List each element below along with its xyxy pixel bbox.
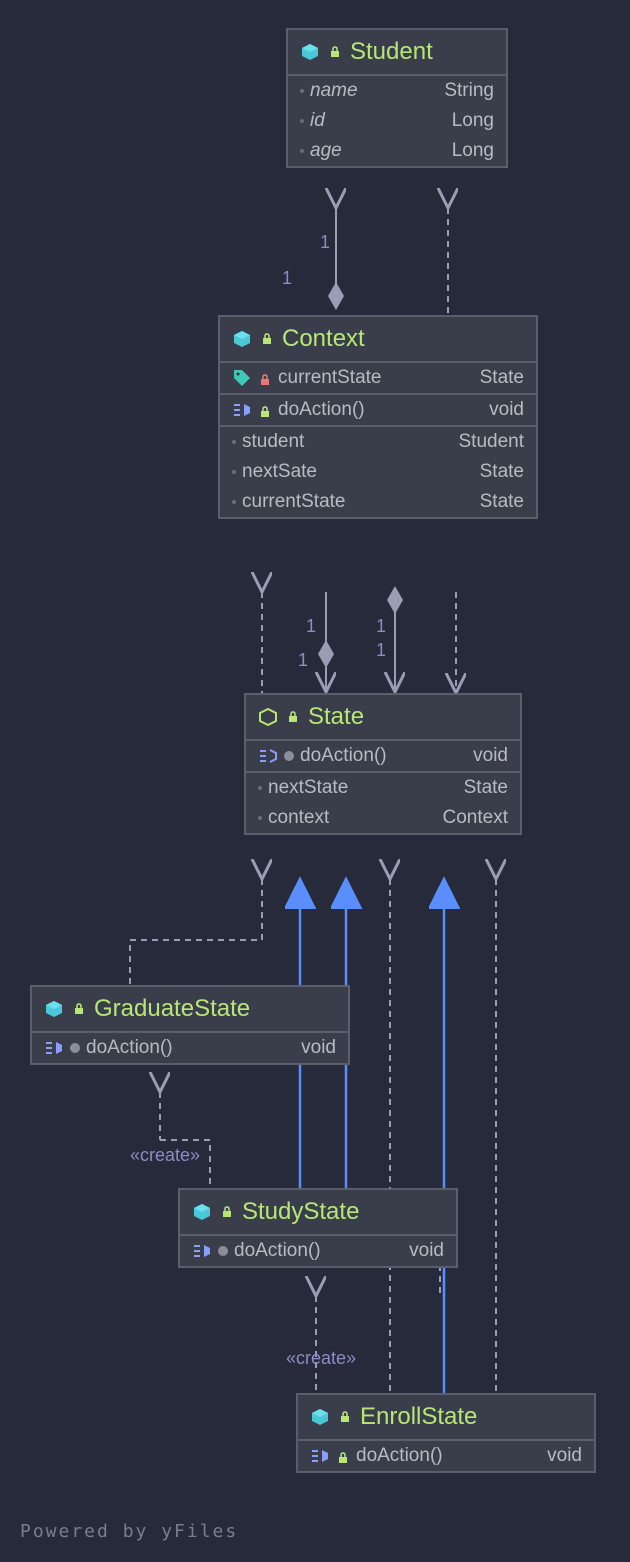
field-row: nextStateState: [246, 773, 520, 803]
multiplicity-label: 1: [306, 616, 316, 637]
method-icon: [192, 1241, 212, 1261]
class-header: State: [246, 695, 520, 741]
class-context[interactable]: Context currentStateState doAction()void…: [218, 315, 538, 519]
class-name: State: [308, 703, 364, 731]
class-icon: [232, 329, 252, 349]
method-row: doAction()void: [220, 395, 536, 425]
tag-icon: [232, 368, 252, 388]
class-icon: [258, 707, 278, 727]
class-enrollstate[interactable]: EnrollState doAction()void: [296, 1393, 596, 1473]
methods-section: doAction()void: [32, 1033, 348, 1063]
footer-attribution: Powered by yFiles: [20, 1521, 238, 1542]
visibility-icon: [284, 751, 294, 761]
multiplicity-label: 1: [320, 232, 330, 253]
lock-icon: [72, 1002, 86, 1016]
field-row: nameString: [288, 76, 506, 106]
class-name: EnrollState: [360, 1403, 477, 1431]
class-icon: [44, 999, 64, 1019]
class-graduatestate[interactable]: GraduateState doAction()void: [30, 985, 350, 1065]
fields-section: nextStateState contextContext: [246, 773, 520, 833]
method-icon: [310, 1446, 330, 1466]
fields-section: studentStudent nextSateState currentStat…: [220, 427, 536, 517]
multiplicity-label: 1: [376, 616, 386, 637]
lock-icon: [328, 45, 342, 59]
methods-section: doAction()void: [220, 395, 536, 427]
class-name: StudyState: [242, 1198, 359, 1226]
create-label: «create»: [286, 1348, 356, 1369]
lock-icon: [258, 403, 272, 417]
field-row: studentStudent: [220, 427, 536, 457]
diagram-canvas: 1 1 1 1 1 1 «create» «create» Student na…: [0, 0, 630, 1562]
lock-icon: [338, 1410, 352, 1424]
method-row: doAction()void: [32, 1033, 348, 1063]
method-row: doAction()void: [246, 741, 520, 771]
field-row: idLong: [288, 106, 506, 136]
lock-icon: [258, 371, 272, 385]
method-icon: [44, 1038, 64, 1058]
class-name: GraduateState: [94, 995, 250, 1023]
lock-icon: [220, 1205, 234, 1219]
class-name: Context: [282, 325, 365, 353]
lock-icon: [260, 332, 274, 346]
class-header: StudyState: [180, 1190, 456, 1236]
class-icon: [310, 1407, 330, 1427]
field-row: currentStateState: [220, 487, 536, 517]
lock-icon: [286, 710, 300, 724]
methods-section: doAction()void: [298, 1441, 594, 1471]
methods-section: doAction()void: [180, 1236, 456, 1266]
visibility-icon: [70, 1043, 80, 1053]
class-name: Student: [350, 38, 433, 66]
class-studystate[interactable]: StudyState doAction()void: [178, 1188, 458, 1268]
methods-section: doAction()void: [246, 741, 520, 773]
class-header: Context: [220, 317, 536, 363]
class-header: EnrollState: [298, 1395, 594, 1441]
class-header: GraduateState: [32, 987, 348, 1033]
field-row: nextSateState: [220, 457, 536, 487]
method-row: doAction()void: [180, 1236, 456, 1266]
multiplicity-label: 1: [376, 640, 386, 661]
class-state[interactable]: State doAction()void nextStateState cont…: [244, 693, 522, 835]
method-icon: [258, 746, 278, 766]
properties-section: currentStateState: [220, 363, 536, 395]
method-row: doAction()void: [298, 1441, 594, 1471]
lock-icon: [336, 1449, 350, 1463]
class-student[interactable]: Student nameString idLong ageLong: [286, 28, 508, 168]
property-row: currentStateState: [220, 363, 536, 393]
create-label: «create»: [130, 1145, 200, 1166]
class-header: Student: [288, 30, 506, 76]
field-row: contextContext: [246, 803, 520, 833]
fields-section: nameString idLong ageLong: [288, 76, 506, 166]
method-icon: [232, 400, 252, 420]
class-icon: [192, 1202, 212, 1222]
visibility-icon: [218, 1246, 228, 1256]
field-row: ageLong: [288, 136, 506, 166]
class-icon: [300, 42, 320, 62]
multiplicity-label: 1: [282, 268, 292, 289]
multiplicity-label: 1: [298, 650, 308, 671]
